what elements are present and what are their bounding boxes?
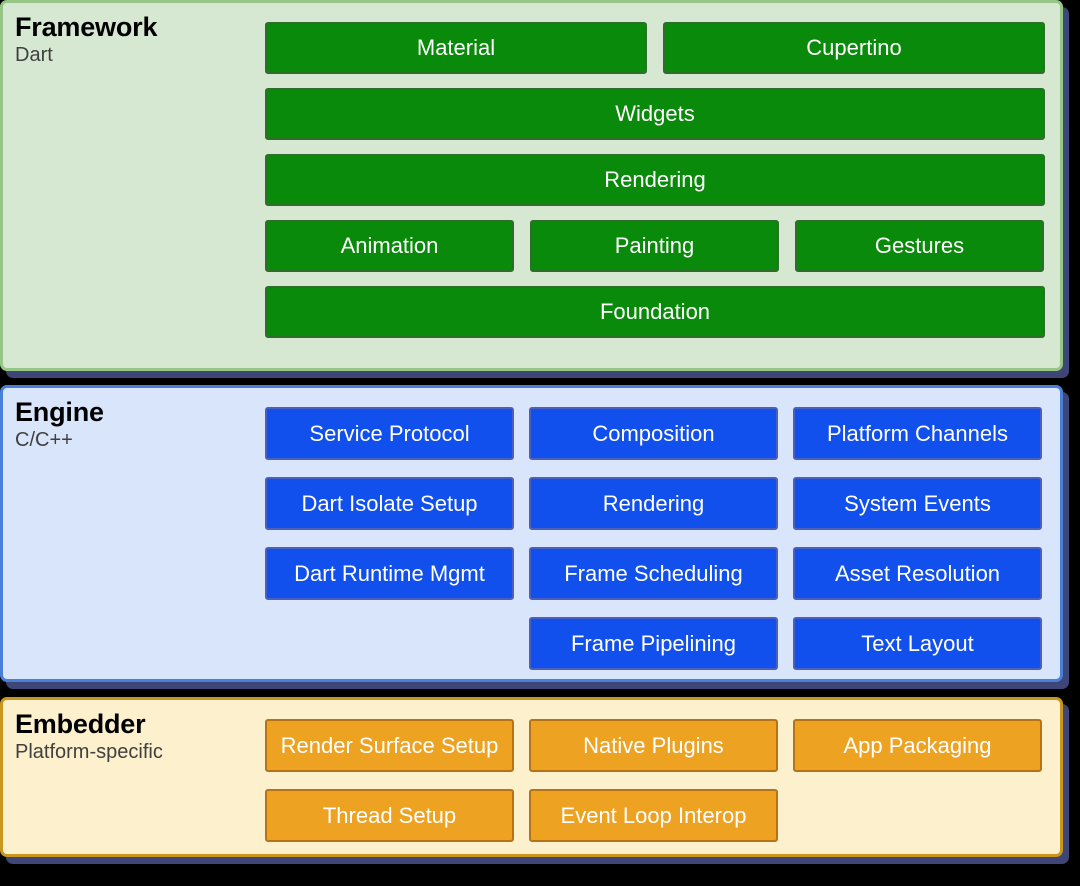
module-asset-resolution[interactable]: Asset Resolution (793, 547, 1042, 600)
layer-engine-title: Engine (15, 397, 104, 427)
engine-row-4: Frame Pipelining Text Layout (265, 617, 1060, 670)
module-widgets[interactable]: Widgets (265, 88, 1045, 140)
layer-framework: Framework Dart Material Cupertino Widget… (0, 0, 1063, 371)
layer-embedder-title: Embedder (15, 709, 146, 739)
embedder-row-2-spacer (793, 789, 1042, 842)
module-system-events[interactable]: System Events (793, 477, 1042, 530)
layer-framework-caption: Framework Dart (3, 3, 265, 68)
embedder-row-1: Render Surface Setup Native Plugins App … (265, 719, 1060, 772)
layer-engine-subtitle: C/C++ (15, 429, 73, 452)
engine-row-3: Dart Runtime Mgmt Frame Scheduling Asset… (265, 547, 1060, 600)
module-text-layout[interactable]: Text Layout (793, 617, 1042, 670)
module-render-surface-setup[interactable]: Render Surface Setup (265, 719, 514, 772)
module-animation[interactable]: Animation (265, 220, 514, 272)
layer-framework-subtitle: Dart (15, 44, 53, 67)
layer-embedder-modules: Render Surface Setup Native Plugins App … (265, 700, 1060, 842)
module-painting[interactable]: Painting (530, 220, 779, 272)
layer-engine-modules: Service Protocol Composition Platform Ch… (265, 388, 1060, 670)
module-dart-isolate-setup[interactable]: Dart Isolate Setup (265, 477, 514, 530)
framework-row-4: Animation Painting Gestures (265, 220, 1060, 272)
layer-engine: Engine C/C++ Service Protocol Compositio… (0, 385, 1063, 682)
engine-row-1: Service Protocol Composition Platform Ch… (265, 407, 1060, 460)
module-thread-setup[interactable]: Thread Setup (265, 789, 514, 842)
layer-framework-title: Framework (15, 12, 158, 42)
module-platform-channels[interactable]: Platform Channels (793, 407, 1042, 460)
framework-row-1: Material Cupertino (265, 22, 1060, 74)
layer-engine-caption: Engine C/C++ (3, 388, 265, 453)
framework-row-3: Rendering (265, 154, 1060, 206)
layer-framework-modules: Material Cupertino Widgets Rendering Ani… (265, 3, 1060, 338)
module-frame-pipelining[interactable]: Frame Pipelining (529, 617, 778, 670)
engine-row-2: Dart Isolate Setup Rendering System Even… (265, 477, 1060, 530)
module-composition[interactable]: Composition (529, 407, 778, 460)
module-material[interactable]: Material (265, 22, 647, 74)
module-cupertino[interactable]: Cupertino (663, 22, 1045, 74)
framework-row-2: Widgets (265, 88, 1060, 140)
module-app-packaging[interactable]: App Packaging (793, 719, 1042, 772)
layer-embedder: Embedder Platform-specific Render Surfac… (0, 697, 1063, 857)
module-event-loop-interop[interactable]: Event Loop Interop (529, 789, 778, 842)
layer-embedder-caption: Embedder Platform-specific (3, 700, 265, 765)
layer-embedder-subtitle: Platform-specific (15, 741, 163, 764)
module-rendering-framework[interactable]: Rendering (265, 154, 1045, 206)
module-gestures[interactable]: Gestures (795, 220, 1044, 272)
flutter-architecture-diagram: Framework Dart Material Cupertino Widget… (0, 0, 1080, 886)
embedder-row-2: Thread Setup Event Loop Interop (265, 789, 1060, 842)
module-rendering-engine[interactable]: Rendering (529, 477, 778, 530)
module-service-protocol[interactable]: Service Protocol (265, 407, 514, 460)
module-dart-runtime-mgmt[interactable]: Dart Runtime Mgmt (265, 547, 514, 600)
module-foundation[interactable]: Foundation (265, 286, 1045, 338)
module-frame-scheduling[interactable]: Frame Scheduling (529, 547, 778, 600)
framework-row-5: Foundation (265, 286, 1060, 338)
module-native-plugins[interactable]: Native Plugins (529, 719, 778, 772)
engine-row-4-spacer (265, 617, 514, 670)
